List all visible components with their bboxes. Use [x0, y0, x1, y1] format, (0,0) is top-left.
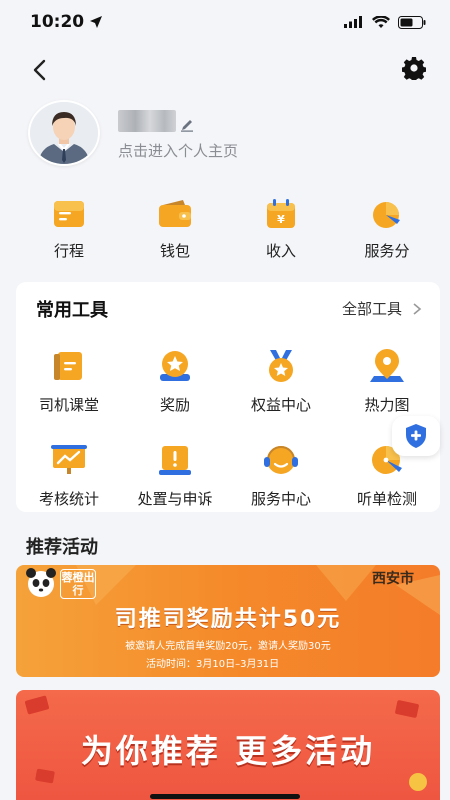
banner-city: 西安市	[372, 571, 414, 587]
tool-appeal[interactable]: 处置与申诉	[122, 442, 228, 509]
clock-text: 10:20	[30, 12, 85, 32]
tool-label: 听单检测	[356, 490, 417, 508]
driver-avatar-icon	[30, 102, 98, 164]
tool-label: 热力图	[364, 396, 410, 414]
top-bar	[0, 48, 450, 92]
status-time: 10:20	[30, 12, 103, 32]
quick-item-itinerary[interactable]: 行程	[24, 198, 114, 261]
home-indicator	[150, 794, 300, 799]
tool-assessment-stats[interactable]: 考核统计	[16, 442, 122, 509]
tool-reward[interactable]: 奖励	[122, 348, 228, 415]
banner-period: 活动时间：3月10日–3月31日	[146, 659, 280, 670]
banner-headline: 司推司奖励共计50元	[114, 607, 342, 632]
quick-item-label: 行程	[53, 242, 84, 260]
tool-label: 权益中心	[250, 396, 311, 414]
battery-icon	[398, 15, 426, 29]
quick-item-income[interactable]: ¥ 收入	[236, 198, 326, 261]
tool-heatmap[interactable]: 热力图	[334, 348, 440, 415]
back-button[interactable]	[26, 56, 54, 84]
profile-subtitle[interactable]: 点击进入个人主页	[118, 140, 238, 161]
quick-item-label: 服务分	[364, 242, 410, 260]
service-score-icon	[373, 202, 400, 228]
tool-label: 司机课堂	[38, 396, 99, 414]
gear-icon	[401, 57, 427, 83]
tool-label: 服务中心	[250, 490, 311, 508]
banner-description: 被邀请人完成首单奖励20元，邀请人奖励30元	[125, 641, 331, 652]
appeal-icon	[159, 446, 191, 475]
tool-benefits-center[interactable]: 权益中心	[228, 348, 334, 415]
edit-pencil-icon[interactable]	[180, 118, 194, 132]
location-arrow-icon	[90, 16, 103, 28]
service-center-icon	[264, 446, 298, 474]
quick-item-label: 收入	[265, 242, 296, 260]
shield-plus-icon	[406, 424, 426, 448]
all-tools-label: 全部工具	[341, 300, 402, 318]
brand-logo-text: 蓉橙出行	[60, 569, 96, 599]
driver-class-icon	[54, 352, 82, 380]
heatmap-icon	[370, 349, 404, 382]
status-icons	[344, 15, 426, 29]
quick-item-label: 钱包	[159, 242, 190, 260]
income-icon: ¥	[267, 199, 295, 228]
assessment-icon	[51, 445, 87, 474]
tool-label: 处置与申诉	[137, 490, 213, 508]
quick-item-wallet[interactable]: 钱包	[130, 198, 220, 261]
common-tools-card: 常用工具 全部工具 司机课堂 奖励 权益中心 热力图 考核统计 处置与申诉 服务…	[16, 282, 440, 512]
wallet-icon	[159, 200, 191, 227]
tool-driver-class[interactable]: 司机课堂	[16, 348, 122, 415]
tool-service-center[interactable]: 服务中心	[228, 442, 334, 509]
wifi-icon	[372, 15, 390, 28]
profile-header[interactable]: 点击进入个人主页	[28, 100, 428, 170]
avatar[interactable]	[28, 100, 100, 166]
itinerary-icon	[54, 201, 84, 227]
tool-label: 考核统计	[38, 490, 99, 508]
settings-button[interactable]	[401, 56, 430, 84]
quick-item-service-score[interactable]: 服务分	[342, 198, 432, 261]
banner-headline: 为你推荐 更多活动	[80, 732, 376, 770]
benefits-icon	[269, 350, 293, 382]
svg-text:¥: ¥	[277, 213, 285, 226]
cellular-signal-icon	[344, 16, 362, 28]
chevron-right-icon	[413, 302, 422, 315]
referral-banner[interactable]: 蓉橙出行 西安市 司推司奖励共计50元 被邀请人完成首单奖励20元，邀请人奖励3…	[16, 565, 440, 677]
more-activities-banner[interactable]: 为你推荐 更多活动	[16, 690, 440, 800]
status-bar: 10:20	[0, 0, 450, 44]
quick-links: 行程 钱包 ¥ 收入 服务分	[0, 198, 450, 262]
panda-logo-icon	[26, 568, 56, 597]
all-tools-link[interactable]: 全部工具	[342, 298, 422, 319]
chevron-left-icon	[33, 59, 46, 81]
activities-title: 推荐活动	[26, 537, 98, 558]
reward-icon	[160, 351, 190, 381]
tools-title: 常用工具	[36, 300, 108, 321]
tool-label: 奖励	[159, 396, 190, 414]
safety-button[interactable]	[392, 416, 440, 456]
username-redacted	[118, 110, 176, 132]
